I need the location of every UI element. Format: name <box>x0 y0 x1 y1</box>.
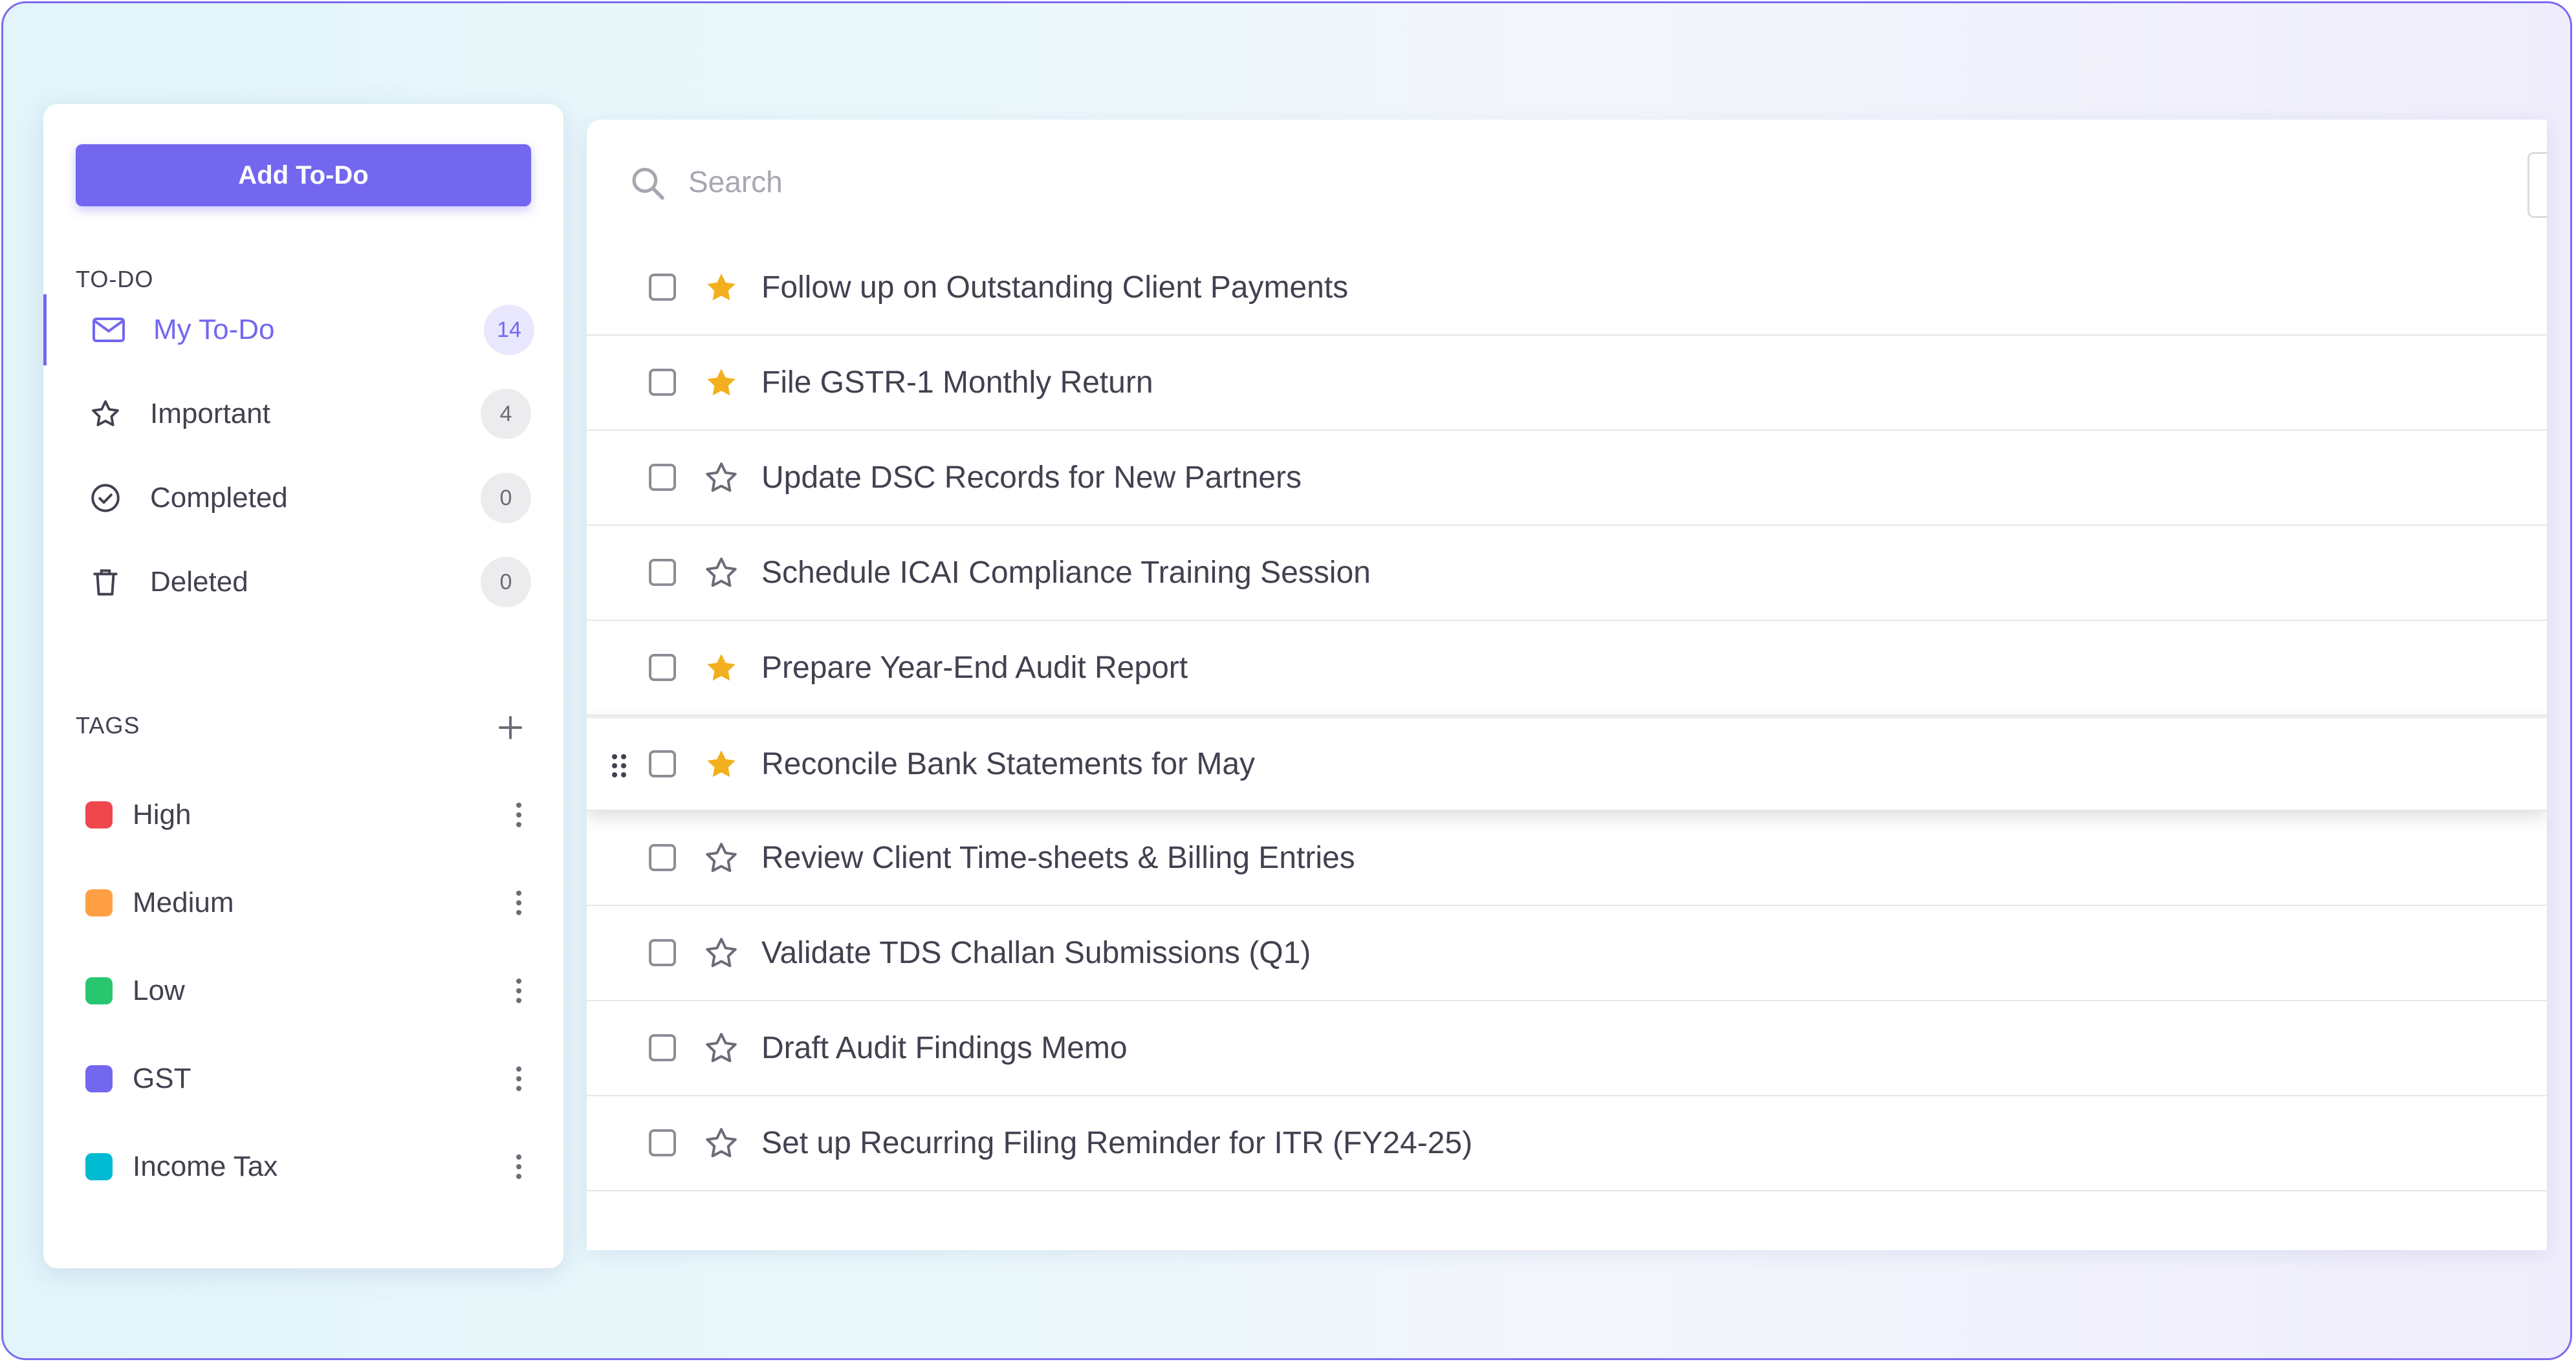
todo-checkbox[interactable] <box>649 750 676 777</box>
tag-item-gst[interactable]: GST <box>43 1043 563 1114</box>
count-badge: 4 <box>481 389 531 439</box>
todo-checkbox[interactable] <box>649 1129 676 1156</box>
nav-item-completed[interactable]: Completed 0 <box>43 462 563 534</box>
search-options-button[interactable] <box>2527 152 2547 218</box>
tag-label: Low <box>133 975 185 1006</box>
nav-label: Completed <box>150 482 288 514</box>
todo-title[interactable]: Validate TDS Challan Submissions (Q1) <box>761 935 1311 971</box>
mail-icon <box>91 312 127 348</box>
count-badge: 0 <box>481 473 531 523</box>
todo-row[interactable]: Follow up on Outstanding Client Payments <box>587 241 2547 336</box>
todo-checkbox[interactable] <box>649 559 676 586</box>
todo-title[interactable]: Reconcile Bank Statements for May <box>761 746 1255 782</box>
star-outline-icon[interactable] <box>703 840 739 876</box>
star-filled-icon[interactable] <box>703 270 739 306</box>
todo-title[interactable]: Set up Recurring Filing Reminder for ITR… <box>761 1125 1472 1161</box>
check-circle-icon <box>87 480 124 516</box>
todo-checkbox[interactable] <box>649 1034 676 1061</box>
todo-checkbox[interactable] <box>649 844 676 871</box>
star-outline-icon[interactable] <box>703 1125 739 1162</box>
sidebar: Add To-Do TO-DO My To-Do 14 Important 4 … <box>43 104 563 1268</box>
more-vertical-icon[interactable] <box>509 1063 529 1095</box>
todo-row[interactable]: Reconcile Bank Statements for May <box>587 717 2547 811</box>
star-filled-icon[interactable] <box>703 746 739 783</box>
star-outline-icon[interactable] <box>703 555 739 591</box>
todo-title[interactable]: Prepare Year-End Audit Report <box>761 650 1188 686</box>
todo-row[interactable]: Prepare Year-End Audit Report <box>587 622 2547 716</box>
todo-row[interactable]: Update DSC Records for New Partners <box>587 431 2547 526</box>
tag-item-high[interactable]: High <box>43 779 563 850</box>
nav-label: Important <box>150 398 270 429</box>
star-outline-icon[interactable] <box>703 460 739 496</box>
tag-color-dot <box>85 1065 113 1092</box>
trash-icon <box>87 564 124 600</box>
more-vertical-icon[interactable] <box>509 975 529 1007</box>
count-badge: 0 <box>481 557 531 607</box>
todo-panel: Follow up on Outstanding Client Payments… <box>587 120 2547 1250</box>
tag-item-medium[interactable]: Medium <box>43 867 563 938</box>
todo-checkbox[interactable] <box>649 654 676 681</box>
todo-title[interactable]: Draft Audit Findings Memo <box>761 1030 1128 1066</box>
star-outline-icon <box>87 396 124 432</box>
add-todo-button[interactable]: Add To-Do <box>76 144 531 206</box>
tag-color-dot <box>85 977 113 1004</box>
nav-label: Deleted <box>150 566 248 598</box>
todo-row[interactable]: File GSTR-1 Monthly Return <box>587 336 2547 431</box>
star-filled-icon[interactable] <box>703 365 739 401</box>
nav-item-my-todo[interactable]: My To-Do 14 <box>43 294 563 365</box>
tag-item-low[interactable]: Low <box>43 955 563 1026</box>
todo-checkbox[interactable] <box>649 464 676 491</box>
more-vertical-icon[interactable] <box>509 799 529 831</box>
nav-item-important[interactable]: Important 4 <box>43 378 563 449</box>
app-frame: Add To-Do TO-DO My To-Do 14 Important 4 … <box>1 1 2572 1360</box>
tag-label: Income Tax <box>133 1151 278 1182</box>
tag-color-dot <box>85 801 113 828</box>
todo-row[interactable]: Review Client Time-sheets & Billing Entr… <box>587 812 2547 906</box>
star-outline-icon[interactable] <box>703 1030 739 1066</box>
tags-section-title: TAGS <box>76 712 140 739</box>
todo-section-title: TO-DO <box>76 266 154 292</box>
todo-checkbox[interactable] <box>649 369 676 396</box>
nav-item-deleted[interactable]: Deleted 0 <box>43 547 563 618</box>
nav-label: My To-Do <box>153 314 275 345</box>
todo-title[interactable]: Update DSC Records for New Partners <box>761 460 1302 495</box>
tag-label: High <box>133 799 191 830</box>
todo-row[interactable]: Set up Recurring Filing Reminder for ITR… <box>587 1097 2547 1191</box>
count-badge: 14 <box>484 305 534 355</box>
todo-row[interactable]: Draft Audit Findings Memo <box>587 1002 2547 1096</box>
tag-item-income-tax[interactable]: Income Tax <box>43 1131 563 1202</box>
more-vertical-icon[interactable] <box>509 887 529 919</box>
todo-title[interactable]: Review Client Time-sheets & Billing Entr… <box>761 840 1355 876</box>
drag-handle-icon[interactable] <box>609 750 629 781</box>
search-icon <box>628 164 668 204</box>
todo-title[interactable]: File GSTR-1 Monthly Return <box>761 365 1153 400</box>
star-filled-icon[interactable] <box>703 650 739 686</box>
tag-label: GST <box>133 1063 191 1094</box>
add-tag-icon[interactable] <box>496 713 525 742</box>
todo-title[interactable]: Follow up on Outstanding Client Payments <box>761 270 1348 305</box>
todo-checkbox[interactable] <box>649 274 676 301</box>
search-bar <box>587 120 2547 243</box>
todo-row[interactable]: Validate TDS Challan Submissions (Q1) <box>587 907 2547 1001</box>
tag-color-dot <box>85 1153 113 1180</box>
todo-checkbox[interactable] <box>649 939 676 966</box>
tag-label: Medium <box>133 887 234 918</box>
search-input[interactable] <box>687 158 2436 205</box>
tag-color-dot <box>85 889 113 916</box>
todo-row[interactable]: Schedule ICAI Compliance Training Sessio… <box>587 526 2547 621</box>
todo-title[interactable]: Schedule ICAI Compliance Training Sessio… <box>761 555 1371 590</box>
star-outline-icon[interactable] <box>703 935 739 971</box>
more-vertical-icon[interactable] <box>509 1151 529 1183</box>
